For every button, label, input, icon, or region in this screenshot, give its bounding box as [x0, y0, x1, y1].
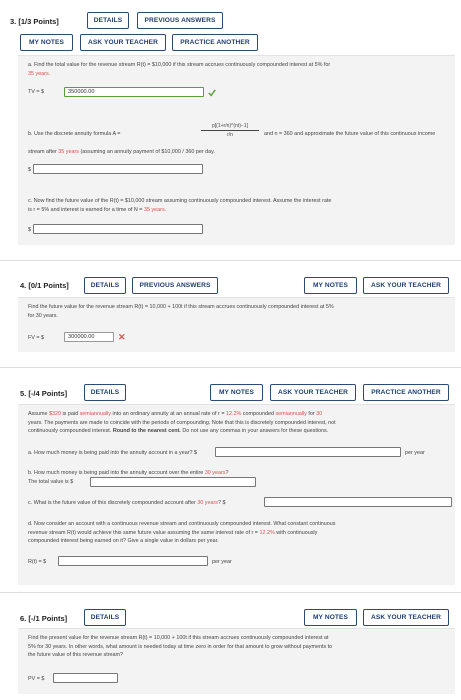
q4-question-text: Find the future value for the revenue st…: [28, 304, 334, 319]
q3-part-b-label: b. Use the discrete annuity formula A =: [28, 131, 121, 137]
q3-part-c-input[interactable]: [33, 224, 203, 234]
q4-fv-input[interactable]: 300000.00: [64, 332, 114, 342]
q6-pv-label: PV = $: [28, 676, 45, 682]
q4-previous-answers-button[interactable]: PREVIOUS ANSWERS: [132, 277, 218, 294]
q5-part-c-text: c. What is the future value of this disc…: [28, 500, 226, 506]
divider: [0, 367, 461, 368]
formula-numerator: p[(1+r/n)^(nt)−1]: [201, 123, 259, 131]
q3-tv-label: TV = $: [28, 89, 45, 95]
q5-my-notes-button[interactable]: MY NOTES: [210, 384, 263, 401]
q3-previous-answers-button[interactable]: PREVIOUS ANSWERS: [137, 12, 223, 29]
q5-panel: Assume $320 is paid semiannually into an…: [18, 404, 455, 585]
formula-denominator: r/n: [227, 132, 233, 138]
q3-part-a-text: a. Find the total value for the revenue …: [28, 62, 331, 77]
q3-part-c-dollar: $: [28, 227, 31, 233]
q5-part-c-input[interactable]: [264, 497, 452, 507]
q5-part-d-input[interactable]: [58, 556, 208, 566]
q3-panel: a. Find the total value for the revenue …: [18, 55, 455, 245]
q5-ask-teacher-button[interactable]: ASK YOUR TEACHER: [270, 384, 356, 401]
incorrect-x-icon: ✕: [118, 332, 126, 342]
q5-rt-label: R(t) = $: [28, 559, 47, 565]
q6-number: 6. [-/1 Points]: [20, 614, 68, 623]
q4-fv-value: 300000.00: [68, 334, 95, 340]
q3-ask-teacher-button[interactable]: ASK YOUR TEACHER: [80, 34, 166, 51]
q4-number: 4. [0/1 Points]: [20, 281, 69, 290]
q4-fv-label: FV = $: [28, 335, 45, 341]
q6-pv-input[interactable]: [53, 673, 118, 683]
q3-tv-input[interactable]: 350000.00: [64, 87, 204, 97]
q5-practice-another-button[interactable]: PRACTICE ANOTHER: [363, 384, 449, 401]
q5-details-button[interactable]: DETAILS: [84, 384, 126, 401]
q5-number: 5. [-/4 Points]: [20, 389, 68, 398]
q3-practice-another-button[interactable]: PRACTICE ANOTHER: [172, 34, 258, 51]
q5-per-year-2: per year: [212, 559, 232, 565]
q5-part-a-text: a. How much money is being paid into the…: [28, 450, 198, 456]
divider: [0, 592, 461, 593]
q3-tv-value: 350000.00: [68, 89, 95, 95]
q5-part-a-input[interactable]: [215, 447, 401, 457]
checkmark-icon: [208, 89, 216, 97]
q3-details-button[interactable]: DETAILS: [87, 12, 129, 29]
q4-details-button[interactable]: DETAILS: [84, 277, 126, 294]
q5-per-year: per year: [405, 450, 425, 456]
q3-part-b-dollar: $: [28, 167, 31, 173]
annuity-formula: p[(1+r/n)^(nt)−1] r/n: [201, 123, 259, 138]
q6-panel: Find the present value for the revenue s…: [18, 628, 455, 694]
q5-part-b-input[interactable]: [90, 477, 256, 487]
q3-number: 3. [1/3 Points]: [10, 17, 59, 26]
q6-ask-teacher-button[interactable]: ASK YOUR TEACHER: [363, 609, 449, 626]
q4-my-notes-button[interactable]: MY NOTES: [304, 277, 357, 294]
q4-ask-teacher-button[interactable]: ASK YOUR TEACHER: [363, 277, 449, 294]
q3-part-b-input[interactable]: [33, 164, 203, 174]
q6-details-button[interactable]: DETAILS: [84, 609, 126, 626]
divider: [0, 260, 461, 261]
q3-my-notes-button[interactable]: MY NOTES: [20, 34, 73, 51]
q3-part-b-post: and n = 360 and approximate the future v…: [264, 131, 436, 137]
q3-part-c-text: c. Now find the future value of the R(t)…: [28, 198, 332, 213]
q5-intro-text: Assume $320 is paid semiannually into an…: [28, 411, 336, 434]
q6-my-notes-button[interactable]: MY NOTES: [304, 609, 357, 626]
q3-part-b-line2: stream after 35 years (assuming an annui…: [28, 149, 215, 155]
q6-question-text: Find the present value for the revenue s…: [28, 635, 333, 658]
q5-part-d-text: d. Now consider an account with a contin…: [28, 521, 336, 544]
q4-panel: Find the future value for the revenue st…: [18, 297, 455, 352]
